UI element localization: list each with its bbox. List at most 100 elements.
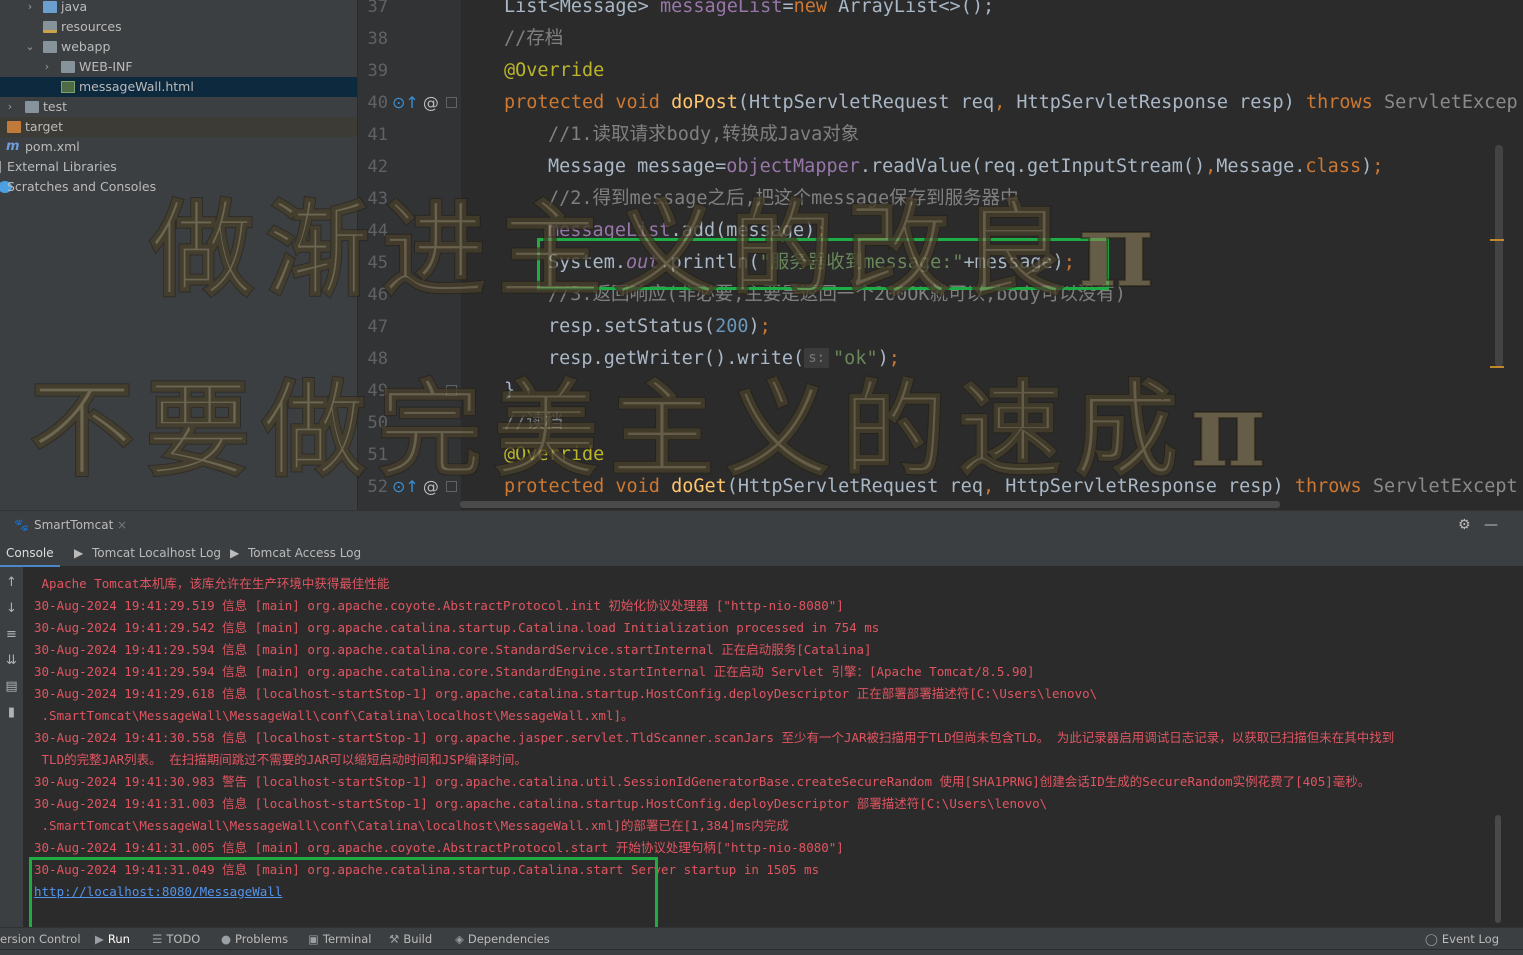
log-line: 30-Aug-2024 19:41:29.594 信息 [main] org.a… [34,664,1035,679]
html-file-icon [61,81,75,93]
run-label: Run [107,932,130,946]
editor-horizontal-scrollbar[interactable] [460,501,1280,508]
log-line: 30-Aug-2024 19:41:29.542 信息 [main] org.a… [34,620,880,635]
tree-item-label: test [43,99,68,114]
run-icon: ▶ [95,932,104,946]
override-icon[interactable]: ⊙↑ [392,477,419,496]
minimize-icon[interactable]: — [1484,511,1498,539]
scroll-down-icon[interactable]: ↓ [0,601,23,616]
info-icon: ● [221,932,232,946]
line-number: 48 [367,349,388,369]
build-button[interactable]: ⚒ Build [389,928,432,950]
tree-item-scratches[interactable]: Scratches and Consoles [0,177,357,197]
log-line: TLD的完整JAR列表。 在扫描期间跳过不需要的JAR可以缩短启动时间和JSP编… [34,752,527,767]
dependencies-button[interactable]: ◈ Dependencies [455,928,550,950]
print-icon[interactable]: ▤ [0,679,23,694]
tomcat-icon: 🐾 [14,518,29,532]
code-line-42: Message message=objectMapper.readValue(r… [548,156,1384,177]
excluded-folder-icon [7,121,21,133]
code-line-51: @Override [504,444,605,465]
tree-item-label: Scratches and Consoles [7,179,157,194]
annotation-icon[interactable]: @ [423,477,439,496]
folder-icon [43,1,57,13]
build-label: Build [403,932,433,946]
list-icon: ☰ [152,932,163,946]
tab-console[interactable]: Console [6,540,54,567]
fold-marker-icon[interactable] [446,481,457,492]
log-line: 30-Aug-2024 19:41:30.983 警告 [localhost-s… [34,774,1371,789]
project-tree: › java resources ⌄ webapp › WEB-INF mess… [0,0,357,510]
resources-folder-icon [43,21,57,33]
tree-item-messagewall-html[interactable]: messageWall.html [0,77,357,97]
line-number: 39 [367,61,388,81]
log-line: 30-Aug-2024 19:41:30.558 信息 [localhost-s… [34,730,1395,745]
line-number: 38 [367,29,388,49]
editor-vertical-scrollbar[interactable] [1495,145,1503,367]
version-control-button[interactable]: ersion Control [0,928,81,950]
chevron-down-icon[interactable]: ⌄ [24,37,36,57]
line-number: 45 [367,253,388,273]
console-scrollbar[interactable] [1495,815,1501,923]
annotation-icon[interactable]: @ [423,93,439,112]
line-number: 43 [367,189,388,209]
override-icon[interactable]: ⊙↑ [392,93,419,112]
log-line: 30-Aug-2024 19:41:29.594 信息 [main] org.a… [34,642,872,657]
warning-stripe-marker[interactable] [1490,366,1504,368]
todo-button[interactable]: ☰ TODO [152,928,200,950]
log-line: .SmartTomcat\MessageWall\MessageWall\con… [34,818,789,833]
tool-window-bar: ersion Control ▶ Run ☰ TODO ● Problems ▣ Ter… [0,927,1523,949]
trash-icon[interactable]: ▮ [0,705,23,720]
code-line-52: protected void doGet(HttpServletRequest … [504,476,1518,497]
terminal-label: Terminal [322,932,372,946]
todo-label: TODO [166,932,201,946]
dependencies-label: Dependencies [467,932,550,946]
maven-icon: m [6,139,20,154]
status-bar [0,949,1523,955]
terminal-button[interactable]: ▣ Terminal [308,928,371,950]
tree-item-web-inf[interactable]: › WEB-INF [0,57,357,77]
log-line: 30-Aug-2024 19:41:29.618 信息 [localhost-s… [34,686,1098,701]
event-log-button[interactable]: ◯ Event Log [1425,928,1499,950]
log-line: Apache Tomcat本机库，该库允许在生产环境中获得最佳性能 [34,576,390,591]
terminal-icon: ▣ [308,932,319,946]
console-toolbar: ↑ ↓ ≡ ⇊ ▤ ▮ [0,567,23,927]
scroll-to-end-icon[interactable]: ⇊ [0,653,23,668]
tree-item-test[interactable]: › test [0,97,357,117]
tree-item-target[interactable]: target [0,117,357,137]
code-line-40: protected void doPost(HttpServletRequest… [504,92,1518,113]
chevron-right-icon[interactable]: › [41,57,53,77]
tree-item-java[interactable]: › java [0,0,357,17]
log-line: 30-Aug-2024 19:41:29.519 信息 [main] org.a… [34,598,844,613]
highlight-box-println [537,238,1109,290]
fold-marker-icon[interactable] [446,97,457,108]
problems-button[interactable]: ● Problems [221,928,288,950]
tree-item-label: target [25,119,64,134]
soft-wrap-icon[interactable]: ≡ [0,627,23,642]
close-icon[interactable]: × [117,511,127,539]
warning-stripe-marker[interactable] [1490,239,1504,241]
scroll-up-icon[interactable]: ↑ [0,575,23,590]
run-button[interactable]: ▶ Run [95,928,130,950]
tree-item-resources[interactable]: resources [0,17,357,37]
code-line-49: } [504,380,516,401]
tree-item-webapp[interactable]: ⌄ webapp [0,37,357,57]
override-method-marker[interactable]: ⊙↑ @ [392,471,439,503]
fold-marker-icon[interactable] [446,385,457,396]
parameter-hint: s: [804,348,830,368]
line-number: 47 [367,317,388,337]
log-line: 30-Aug-2024 19:41:31.005 信息 [main] org.a… [34,840,844,855]
run-config-tab[interactable]: SmartTomcat [34,511,113,539]
gear-icon[interactable]: ⚙ [1458,511,1471,539]
problems-label: Problems [235,932,289,946]
code-line-41: //1.读取请求body,转换成Java对象 [548,124,860,145]
tab-tomcat-localhost-log[interactable]: Tomcat Localhost Log [92,540,221,567]
tree-item-external-libraries[interactable]: External Libraries [0,157,357,177]
log-line: .SmartTomcat\MessageWall\MessageWall\con… [34,708,634,723]
tree-item-pom[interactable]: m pom.xml [0,137,357,157]
chevron-right-icon[interactable]: › [24,0,36,17]
line-number: 44 [367,221,388,241]
code-line-48: resp.getWriter().write(s: "ok"); [548,348,900,369]
tab-tomcat-access-log[interactable]: Tomcat Access Log [248,540,361,567]
override-method-marker[interactable]: ⊙↑ @ [392,87,439,119]
chevron-right-icon[interactable]: › [4,97,16,117]
